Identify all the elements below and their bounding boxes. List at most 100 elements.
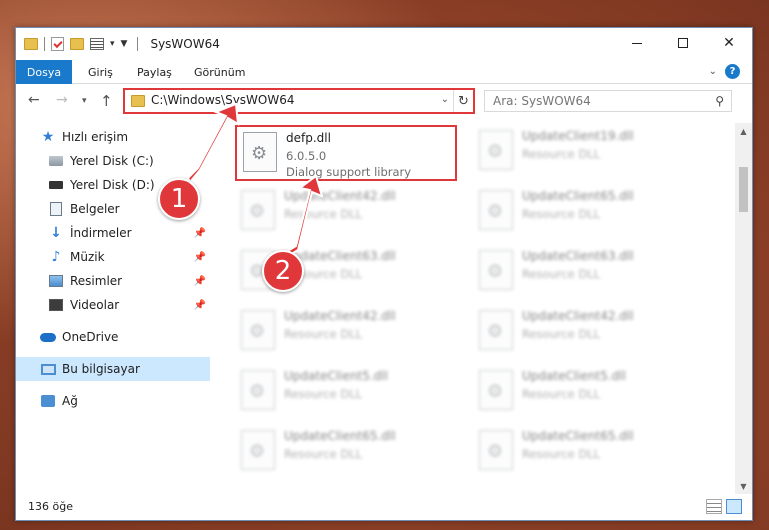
file-name: UpdateClient42.dll <box>284 309 396 323</box>
pin-icon[interactable]: 📌 <box>194 276 206 287</box>
download-icon: ↓ <box>50 225 62 241</box>
file-item[interactable]: UpdateClient63.dll Resource DLL <box>473 245 695 301</box>
file-name: UpdateClient42.dll <box>284 189 396 203</box>
sidebar-item-pictures[interactable]: Resimler 📌 <box>16 269 210 293</box>
file-list: defp.dll 6.0.5.0 Dialog support library … <box>235 123 735 493</box>
sidebar-item-label: Bu bilgisayar <box>62 362 140 376</box>
sidebar-item-local-disk-c[interactable]: Yerel Disk (C:) <box>16 149 210 173</box>
navigation-bar: ← → ▾ ↑ C:\Windows\SysWOW64 ⌄ ↻ ⚲ <box>16 84 752 118</box>
tab-home[interactable]: Giriş <box>88 60 113 84</box>
sidebar-item-downloads[interactable]: ↓ İndirmeler 📌 <box>16 221 210 245</box>
help-icon[interactable]: ? <box>725 64 740 79</box>
toolbar-dropdown-icon[interactable]: ▼ <box>121 39 128 49</box>
dll-file-icon <box>479 430 513 470</box>
dll-file-icon <box>241 190 275 230</box>
new-folder-icon[interactable] <box>70 38 84 50</box>
computer-icon <box>40 361 56 377</box>
sidebar-item-quick-access[interactable]: ★ Hızlı erişim <box>16 125 210 149</box>
vertical-scrollbar[interactable]: ▲ ▼ <box>735 123 752 495</box>
file-version: 6.0.5.0 <box>286 149 327 163</box>
pictures-icon <box>48 273 64 289</box>
sidebar-item-this-pc[interactable]: Bu bilgisayar <box>16 357 210 381</box>
ribbon-right-controls: ⌄ ? <box>709 64 740 79</box>
file-name: UpdateClient5.dll <box>284 369 388 383</box>
file-description: Resource DLL <box>284 327 363 341</box>
file-description: Resource DLL <box>284 447 363 461</box>
item-count: 136 öğe <box>28 500 73 513</box>
file-item[interactable]: UpdateClient65.dll Resource DLL <box>473 425 695 481</box>
address-bar[interactable]: C:\Windows\SysWOW64 ⌄ ↻ <box>123 88 475 114</box>
chevron-down-icon[interactable]: ⌄ <box>441 94 449 105</box>
disk-icon <box>48 153 64 169</box>
minimize-button[interactable] <box>614 28 660 58</box>
title-bar: ▾ ▼ SysWOW64 ✕ <box>16 28 752 60</box>
file-description: Resource DLL <box>522 447 601 461</box>
address-path[interactable]: C:\Windows\SysWOW64 <box>151 93 295 107</box>
file-item[interactable]: UpdateClient19.dll Resource DLL <box>473 125 695 181</box>
dll-file-icon <box>479 190 513 230</box>
file-item[interactable]: UpdateClient42.dll Resource DLL <box>235 305 457 361</box>
search-input[interactable] <box>485 91 695 111</box>
sidebar-item-label: Yerel Disk (C:) <box>70 154 154 168</box>
pin-icon[interactable]: 📌 <box>194 300 206 311</box>
file-description: Resource DLL <box>522 207 601 221</box>
dll-file-icon <box>479 130 513 170</box>
tab-file[interactable]: Dosya <box>16 60 72 84</box>
folder-icon <box>131 95 145 107</box>
file-description: Resource DLL <box>522 267 601 281</box>
file-description: Dialog support library <box>286 165 412 179</box>
sidebar-item-videos[interactable]: Videolar 📌 <box>16 293 210 317</box>
tab-view[interactable]: Görünüm <box>194 60 245 84</box>
scroll-down-icon[interactable]: ▼ <box>735 478 752 495</box>
tab-share[interactable]: Paylaş <box>137 60 172 84</box>
up-arrow-icon[interactable]: ↑ <box>100 92 113 110</box>
dll-file-icon <box>479 250 513 290</box>
properties-check-icon[interactable] <box>51 37 64 51</box>
close-icon: ✕ <box>723 35 735 51</box>
file-description: Resource DLL <box>522 387 601 401</box>
file-description: Resource DLL <box>284 387 363 401</box>
file-description: Resource DLL <box>522 147 601 161</box>
pin-icon[interactable]: 📌 <box>194 228 206 239</box>
properties-icon[interactable] <box>90 38 104 50</box>
file-item[interactable]: UpdateClient65.dll Resource DLL <box>235 425 457 481</box>
file-item[interactable]: UpdateClient42.dll Resource DLL <box>473 305 695 361</box>
forward-arrow-icon[interactable]: → <box>56 92 68 108</box>
maximize-button[interactable] <box>660 28 706 58</box>
recent-locations-icon[interactable]: ▾ <box>82 96 87 106</box>
details-view-icon[interactable] <box>706 499 722 514</box>
ribbon-tabs: Dosya Giriş Paylaş Görünüm ⌄ ? <box>16 60 752 84</box>
file-description: Resource DLL <box>522 327 601 341</box>
search-icon[interactable]: ⚲ <box>715 94 724 108</box>
file-item-defp[interactable]: defp.dll 6.0.5.0 Dialog support library <box>235 125 457 181</box>
file-name: defp.dll <box>286 131 331 145</box>
sidebar-item-music[interactable]: ♪ Müzik 📌 <box>16 245 210 269</box>
back-arrow-icon[interactable]: ← <box>28 92 40 108</box>
sidebar-item-label: Resimler <box>70 274 123 288</box>
file-item[interactable]: UpdateClient42.dll Resource DLL <box>235 185 457 241</box>
file-name: UpdateClient65.dll <box>522 429 634 443</box>
tiles-view-icon[interactable] <box>726 499 742 514</box>
dll-file-icon <box>241 430 275 470</box>
sidebar-item-label: Hızlı erişim <box>62 130 129 144</box>
scroll-up-icon[interactable]: ▲ <box>735 123 752 140</box>
title-separator <box>137 37 139 51</box>
file-item[interactable]: UpdateClient5.dll Resource DLL <box>235 365 457 421</box>
sidebar-item-network[interactable]: Ağ <box>16 389 210 413</box>
dll-file-icon <box>243 132 277 172</box>
close-button[interactable]: ✕ <box>706 28 752 58</box>
pin-icon[interactable]: 📌 <box>194 252 206 263</box>
file-name: UpdateClient42.dll <box>522 309 634 323</box>
file-name: UpdateClient5.dll <box>522 369 626 383</box>
chevron-down-icon[interactable]: ⌄ <box>709 66 717 77</box>
search-box[interactable]: ⚲ <box>484 90 732 112</box>
file-item[interactable]: UpdateClient65.dll Resource DLL <box>473 185 695 241</box>
maximize-icon <box>678 38 688 48</box>
file-name: UpdateClient65.dll <box>284 429 396 443</box>
sidebar-item-onedrive[interactable]: OneDrive <box>16 325 210 349</box>
sidebar-item-label: Yerel Disk (D:) <box>70 178 155 192</box>
customize-toolbar-icon[interactable]: ▾ <box>110 39 115 49</box>
refresh-icon[interactable]: ↻ <box>453 90 473 112</box>
scrollbar-thumb[interactable] <box>739 167 748 212</box>
file-item[interactable]: UpdateClient5.dll Resource DLL <box>473 365 695 421</box>
